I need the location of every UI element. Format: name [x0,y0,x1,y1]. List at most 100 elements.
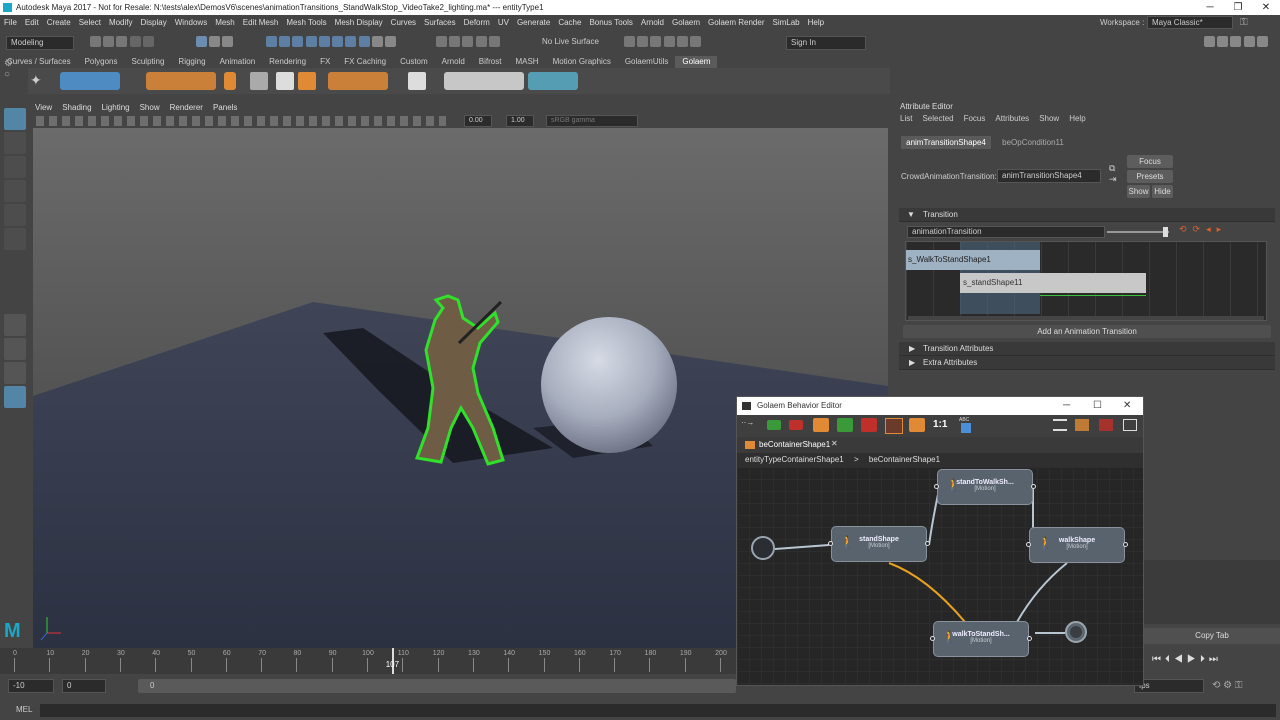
zoom-slider[interactable] [1107,231,1169,233]
connect-tool-icon[interactable]: ··→ [741,418,761,432]
be-maximize-button[interactable]: ☐ [1093,397,1102,415]
link-entry-to-stand[interactable] [774,544,830,550]
shelf-tab-golaemutils[interactable]: GolaemUtils [618,56,676,68]
menu-curves[interactable]: Curves [391,18,416,27]
node-name-field[interactable]: animTransitionShape4 [997,169,1101,183]
presets-button[interactable]: Presets [1127,170,1173,183]
snap-face-icon[interactable] [358,36,370,47]
snap-lock-icon[interactable] [371,36,383,47]
shelf-settings-icon[interactable]: ⚙ ○ [4,58,26,94]
menu-mesh-tools[interactable]: Mesh Tools [286,18,326,27]
rotate-tool-icon[interactable] [4,204,26,226]
output-pin[interactable] [1027,636,1032,641]
shelf-tab-rigging[interactable]: Rigging [171,56,212,68]
maximize-button[interactable]: ❐ [1224,0,1252,15]
menu-cache[interactable]: Cache [558,18,581,27]
construction-history-icon[interactable] [462,36,474,47]
shelf-tab-polygons[interactable]: Polygons [78,56,125,68]
copy-tab-button[interactable]: Copy Tab [1144,628,1280,644]
breadcrumb-entity-type[interactable]: entityTypeContainerShape1 [745,455,844,464]
character-maker-icon[interactable] [276,72,294,90]
pause-icon[interactable] [690,36,702,47]
move-tool-icon[interactable] [4,180,26,202]
show-labels-icon[interactable] [961,423,971,433]
extra-attributes-frame[interactable]: ▶ Extra Attributes [899,356,1275,370]
save-graph-icon[interactable] [1075,419,1089,431]
menu-arnold[interactable]: Arnold [641,18,664,27]
select-component-icon[interactable] [222,36,234,47]
navigation-tools-icon[interactable] [328,72,388,90]
channel-box-icon[interactable] [1243,36,1255,47]
panel-view-icon[interactable] [1053,419,1067,431]
snap-point-icon[interactable] [292,36,304,47]
menu-generate[interactable]: Generate [517,18,550,27]
exposure-field[interactable]: 0.00 [464,115,492,127]
shelf-tab-custom[interactable]: Custom [393,56,435,68]
sign-in-dropdown[interactable]: Sign In [786,36,866,50]
command-input[interactable] [40,704,1276,717]
menu-select[interactable]: Select [79,18,101,27]
input-pin[interactable] [934,484,939,489]
tool-settings-icon[interactable] [1230,36,1242,47]
outliner-toggle-icon[interactable] [1256,36,1268,47]
be-close-button[interactable]: ✕ [1123,397,1131,415]
transition-tool-icons[interactable]: ⟲⟳◂▸ [1179,224,1263,238]
render-view-icon[interactable] [624,36,635,47]
snap-edge-icon[interactable] [345,36,357,47]
terrain-tools-icon[interactable] [60,72,120,90]
modeling-toolkit-icon[interactable] [1204,36,1215,47]
close-tab-icon[interactable]: ✕ [831,439,838,448]
render-globals-icon[interactable] [663,36,675,47]
panel-menu-lighting[interactable]: Lighting [102,103,130,112]
new-scene-icon[interactable] [90,36,101,47]
shelf-tab-arnold[interactable]: Arnold [435,56,472,68]
transition-attributes-frame[interactable]: ▶ Transition Attributes [899,342,1275,356]
menu-golaem[interactable]: Golaem [672,18,700,27]
render-frame-icon[interactable] [637,36,649,47]
fps-dropdown[interactable]: fps [1134,679,1204,693]
attribute-editor-toggle-icon[interactable] [1217,36,1229,47]
menu-modify[interactable]: Modify [109,18,133,27]
panel-menu-panels[interactable]: Panels [213,103,237,112]
clip-stand[interactable]: s_standShape11 [960,273,1146,293]
focus-button[interactable]: Focus [1127,155,1173,168]
panel-menu-renderer[interactable]: Renderer [170,103,203,112]
playback-buttons[interactable]: ⏮⏴◀▶⏵⏭ [1152,654,1222,665]
transition-name-field[interactable]: animationTransition [907,226,1105,238]
shelf-tab-animation[interactable]: Animation [213,56,263,68]
four-view-layout-icon[interactable] [4,338,26,360]
select-object-icon[interactable] [209,36,221,47]
ipr-render-icon[interactable] [650,36,662,47]
snap-grid-icon[interactable] [266,36,277,47]
redo-icon[interactable] [142,36,154,47]
input-pin[interactable] [828,541,833,546]
panel-menu-show[interactable]: Show [140,103,160,112]
menu-surfaces[interactable]: Surfaces [424,18,456,27]
zoom-one-to-one[interactable]: 1:1 [933,419,947,430]
snap-magnet-icon[interactable] [385,36,397,47]
options-icon[interactable] [1123,419,1137,431]
layout-icon[interactable] [813,418,829,432]
ae-menu-help[interactable]: Help [1069,114,1085,123]
node-walk-to-stand[interactable]: 🚶 walkToStandSh... [Motion] [930,621,1032,657]
open-scene-icon[interactable] [103,36,115,47]
ae-menu-show[interactable]: Show [1039,114,1059,123]
snap-surface-icon[interactable] [318,36,330,47]
clear-graph-icon[interactable] [1099,419,1113,431]
output-pin[interactable] [1031,484,1036,489]
range-slider-bar[interactable]: 0 [138,679,736,693]
save-scene-icon[interactable] [116,36,128,47]
time-slider[interactable]: 0 10 20 30 40 50 60 70 80 90 100 110 120 130 140 150 160… [0,648,736,674]
shelf-tab-bifrost[interactable]: Bifrost [472,56,509,68]
ae-menu-list[interactable]: List [900,114,912,123]
ae-menu-focus[interactable]: Focus [964,114,986,123]
workspace-dropdown[interactable]: Maya Classic* [1147,16,1233,29]
outliner-layout-icon[interactable] [4,386,26,408]
entry-node[interactable] [751,536,775,560]
shelf-tab-fx[interactable]: FX [313,56,337,68]
crowd-entity-icon[interactable] [146,72,216,90]
snap-curve-icon[interactable] [279,36,291,47]
hide-button[interactable]: Hide [1152,185,1173,198]
sphere[interactable] [541,317,677,453]
colorspace-dropdown[interactable]: sRGB gamma [546,115,638,127]
